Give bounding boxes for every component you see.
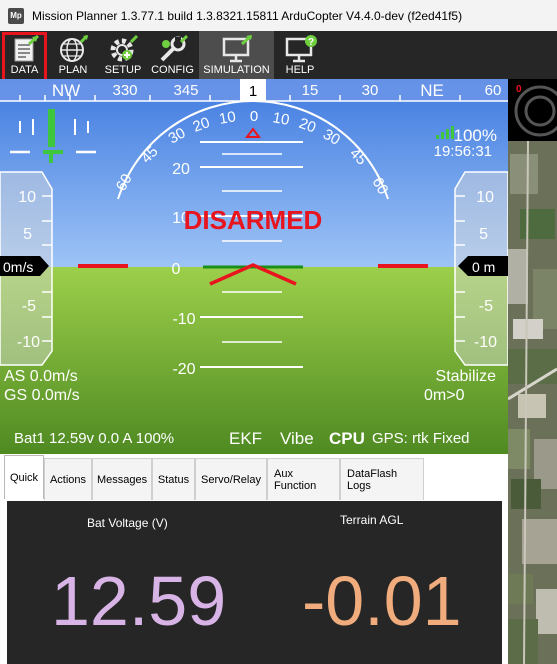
map-marker-label: 0 bbox=[516, 84, 522, 95]
groundspeed-readout: GS 0.0m/s bbox=[4, 387, 80, 404]
menu-simulation-button[interactable]: SIMULATION bbox=[199, 31, 274, 79]
data-icon bbox=[14, 35, 39, 62]
bat-voltage-label: Bat Voltage (V) bbox=[87, 516, 168, 530]
vibe-indicator[interactable]: Vibe bbox=[280, 429, 314, 448]
mission-planner-window: Mp Mission Planner 1.3.77.1 build 1.3.83… bbox=[0, 0, 557, 664]
heading-label-330: 330 bbox=[112, 82, 137, 99]
menu-setup-label: SETUP bbox=[104, 64, 142, 76]
pitch-label-minus-20: -20 bbox=[172, 361, 195, 378]
alt-tape-label-5: 5 bbox=[479, 226, 488, 243]
roll-label-10-right: 10 bbox=[271, 109, 290, 129]
speed-tape-label-minus-10: -10 bbox=[17, 334, 40, 351]
quick-panel: Bat Voltage (V) 12.59 Terrain AGL -0.01 bbox=[7, 501, 502, 664]
terrain-agl-label: Terrain AGL bbox=[340, 513, 404, 527]
pitch-label-20: 20 bbox=[172, 161, 190, 178]
heading-label-30: 30 bbox=[362, 82, 379, 99]
heading-label-nw: NW bbox=[52, 81, 80, 100]
tab-strip: Quick Actions Messages Status Servo/Rela… bbox=[0, 455, 508, 500]
main-menu-toolbar: DATA PLAN SETUP CONFIG SIMULATION ? HELP bbox=[0, 31, 557, 79]
map-panel[interactable]: 0 bbox=[508, 79, 557, 664]
distance-to-home: 0m>0 bbox=[424, 387, 465, 404]
heading-label-ne: NE bbox=[420, 81, 444, 100]
config-icon bbox=[160, 35, 188, 62]
tab-status-label: Status bbox=[157, 473, 190, 486]
app-logo-icon: Mp bbox=[8, 7, 24, 24]
gps-status: GPS: rtk Fixed bbox=[372, 430, 470, 447]
menu-simulation-label: SIMULATION bbox=[203, 64, 270, 76]
window-title: Mission Planner 1.3.77.1 build 1.3.8321.… bbox=[32, 8, 463, 23]
setup-icon bbox=[110, 35, 139, 62]
globe-icon bbox=[60, 35, 89, 62]
menu-data-label: DATA bbox=[10, 64, 39, 76]
roll-label-10-left: 10 bbox=[218, 108, 237, 128]
hud-display[interactable]: NW 330 345 1 15 30 NE 60 60 45 30 20 10 … bbox=[0, 79, 508, 454]
speed-tape: 10 5 -5 -10 0m/s bbox=[0, 171, 53, 366]
heading-value: 1 bbox=[249, 83, 257, 100]
menu-plan-label: PLAN bbox=[58, 64, 88, 76]
menu-data-button[interactable]: DATA bbox=[2, 31, 47, 79]
tab-messages-label: Messages bbox=[96, 473, 148, 486]
roll-label-0: 0 bbox=[250, 108, 258, 125]
flight-mode: Stabilize bbox=[436, 368, 497, 385]
pitch-label-0: 0 bbox=[172, 261, 181, 278]
menu-help-label: HELP bbox=[285, 64, 315, 76]
map-canvas: 0 bbox=[508, 79, 557, 664]
tab-status[interactable]: Status bbox=[152, 458, 195, 500]
terrain-agl-value[interactable]: -0.01 bbox=[302, 561, 462, 641]
tab-quick[interactable]: Quick bbox=[4, 455, 44, 499]
tab-dataflash-logs-label: DataFlash Logs bbox=[347, 467, 398, 492]
speed-tape-label-10: 10 bbox=[18, 189, 36, 206]
airspeed-readout: AS 0.0m/s bbox=[4, 368, 78, 385]
alt-tape-label-minus-5: -5 bbox=[479, 298, 493, 315]
menu-plan-button[interactable]: PLAN bbox=[50, 31, 96, 79]
tab-servo-relay-label: Servo/Relay bbox=[201, 473, 261, 486]
hud-ground bbox=[0, 267, 508, 454]
svg-text:?: ? bbox=[308, 37, 314, 48]
bat-voltage-value[interactable]: 12.59 bbox=[51, 561, 226, 641]
heading-label-15: 15 bbox=[302, 82, 319, 99]
ekf-indicator[interactable]: EKF bbox=[229, 429, 262, 448]
speed-tape-label-5: 5 bbox=[23, 226, 32, 243]
battery-status: Bat1 12.59v 0.0 A 100% bbox=[14, 430, 174, 447]
menu-config-label: CONFIG bbox=[151, 64, 194, 76]
speed-readout: 0m/s bbox=[3, 259, 33, 275]
tab-aux-function[interactable]: Aux Function bbox=[267, 458, 340, 500]
tab-dataflash-logs[interactable]: DataFlash Logs bbox=[340, 458, 424, 500]
alt-tape-label-minus-10: -10 bbox=[474, 334, 497, 351]
pitch-label-minus-10: -10 bbox=[172, 311, 195, 328]
menu-help-button[interactable]: ? HELP bbox=[276, 31, 324, 79]
altitude-readout: 0 m bbox=[472, 259, 495, 275]
simulation-icon bbox=[222, 35, 252, 63]
tab-actions-label: Actions bbox=[49, 473, 87, 486]
heading-label-345: 345 bbox=[173, 82, 198, 99]
hud-canvas: NW 330 345 1 15 30 NE 60 60 45 30 20 10 … bbox=[0, 79, 508, 454]
cpu-indicator[interactable]: CPU bbox=[329, 429, 365, 448]
altitude-tape: 10 5 -5 -10 0 m bbox=[454, 171, 508, 366]
alt-tape-label-10: 10 bbox=[476, 189, 494, 206]
heading-label-60: 60 bbox=[485, 82, 502, 99]
title-bar: Mp Mission Planner 1.3.77.1 build 1.3.83… bbox=[0, 0, 557, 31]
menu-config-button[interactable]: CONFIG bbox=[149, 31, 196, 79]
tab-messages[interactable]: Messages bbox=[92, 458, 152, 500]
speed-tape-label-minus-5: -5 bbox=[22, 298, 36, 315]
menu-setup-button[interactable]: SETUP bbox=[100, 31, 146, 79]
tab-aux-function-label: Aux Function bbox=[274, 467, 317, 492]
clock-readout: 19:56:31 bbox=[434, 143, 492, 160]
tab-actions[interactable]: Actions bbox=[44, 458, 92, 500]
heading-tape: NW 330 345 1 15 30 NE 60 bbox=[0, 79, 508, 102]
help-icon: ? bbox=[285, 35, 317, 63]
tab-quick-label: Quick bbox=[9, 471, 39, 484]
disarmed-status: DISARMED bbox=[184, 205, 323, 235]
tab-servo-relay[interactable]: Servo/Relay bbox=[195, 458, 267, 500]
